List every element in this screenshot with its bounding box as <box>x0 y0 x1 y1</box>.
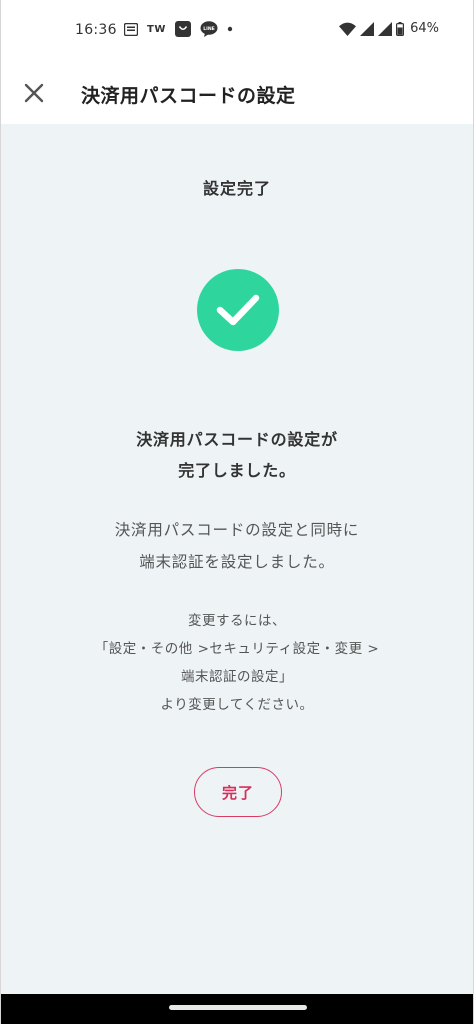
close-button[interactable] <box>21 80 47 106</box>
home-gesture-handle[interactable] <box>169 1005 307 1010</box>
completion-heading-line: 決済用パスコードの設定が <box>136 430 338 449</box>
instruction-line: 変更するには、 <box>188 613 286 629</box>
instruction-line: 「設定・その他 >セキュリティ設定・変更 > <box>94 641 380 657</box>
screen: 16:36 TW LINE 64% 決済用パスコードの設定 設定完了 決済用パス… <box>0 0 474 1024</box>
description-line: 決済用パスコードの設定と同時に <box>114 521 360 539</box>
completion-heading: 決済用パスコードの設定が 完了しました。 <box>1 424 473 486</box>
app-header: 決済用パスコードの設定 <box>1 60 473 124</box>
battery-percent: 64% <box>410 21 439 36</box>
description-line: 端末認証を設定しました。 <box>139 553 335 571</box>
completion-heading-line: 完了しました。 <box>178 461 296 480</box>
notification-icons: TW LINE <box>124 21 233 37</box>
navigation-bar <box>1 994 473 1024</box>
close-icon <box>24 83 44 103</box>
instruction-line: 端末認証の設定」 <box>181 669 293 685</box>
section-title: 設定完了 <box>202 179 271 198</box>
line-icon-text: LINE <box>203 26 215 32</box>
line-icon: LINE <box>200 21 218 37</box>
shopping-bag-icon <box>174 21 191 37</box>
complete-button[interactable]: 完了 <box>194 767 282 817</box>
status-time: 16:36 <box>75 22 117 38</box>
main-content: 設定完了 決済用パスコードの設定が 完了しました。 決済用パスコードの設定と同時… <box>1 124 473 994</box>
battery-icon <box>396 21 405 36</box>
system-icons: 64% <box>339 21 439 36</box>
tw-icon: TW <box>147 23 166 35</box>
signal-icon <box>360 21 375 36</box>
message-icon <box>124 22 138 36</box>
status-bar: 16:36 TW LINE 64% <box>1 0 473 60</box>
checkmark-icon <box>216 294 260 326</box>
success-check-badge <box>197 269 279 351</box>
completion-description: 決済用パスコードの設定と同時に 端末認証を設定しました。 <box>1 514 473 578</box>
dot-icon <box>227 26 233 32</box>
instruction-line: より変更してください。 <box>160 697 314 713</box>
wifi-icon <box>339 22 357 36</box>
page-title: 決済用パスコードの設定 <box>81 85 296 107</box>
signal-icon-2 <box>378 21 393 36</box>
change-instructions: 変更するには、 「設定・その他 >セキュリティ設定・変更 > 端末認証の設定」 … <box>1 607 473 719</box>
